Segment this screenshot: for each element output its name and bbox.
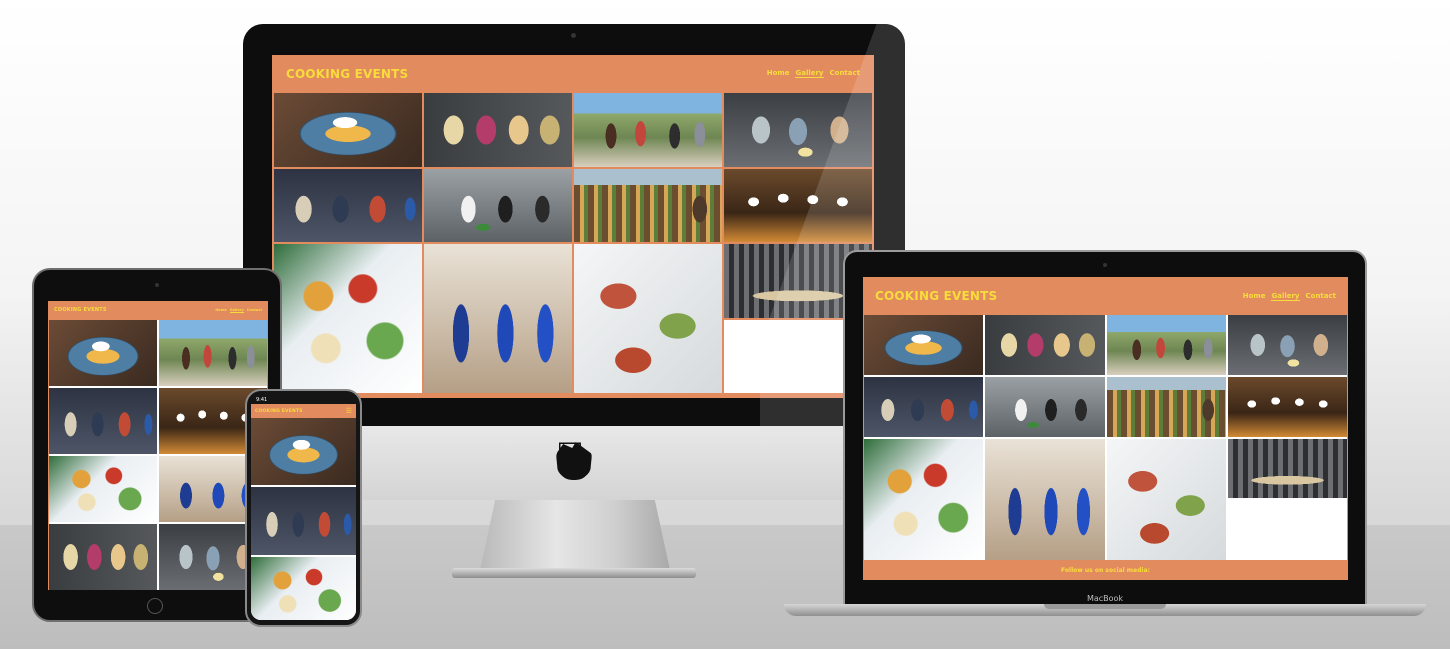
site-header: COOKING EVENTS Home Gallery Contact: [863, 277, 1348, 315]
gallery-blank-space: [1227, 500, 1347, 560]
gallery-image-platters[interactable]: [1106, 438, 1226, 560]
gallery-image-cooking-class[interactable]: [49, 388, 157, 454]
gallery-image-outdoor-group[interactable]: [159, 320, 267, 386]
gallery-image-ceviche[interactable]: [251, 418, 356, 486]
gallery-image-long-table[interactable]: [574, 168, 722, 242]
gallery-image-aprons-class[interactable]: [424, 244, 572, 393]
ipad-home-button[interactable]: [147, 598, 163, 614]
nav-home[interactable]: Home: [767, 69, 790, 78]
nav-home[interactable]: Home: [215, 308, 226, 313]
brand-logo[interactable]: COOKING EVENTS: [286, 67, 408, 81]
macbook-label: MacBook: [1086, 594, 1124, 603]
gallery-grid: [274, 93, 872, 393]
gallery-image-ceviche[interactable]: [274, 93, 422, 167]
gallery-image-kitchen-team[interactable]: [424, 168, 572, 242]
gallery-image-event-hall[interactable]: [1227, 438, 1347, 499]
site-header: COOKING EVENTS Home Gallery Contact: [272, 55, 874, 92]
gallery-image-outdoor-group[interactable]: [574, 93, 722, 167]
gallery-image-ceviche[interactable]: [864, 315, 984, 375]
gallery-image-tacos[interactable]: [49, 524, 157, 590]
brand-logo[interactable]: COOKING EVENTS: [54, 307, 107, 313]
macbook-camera: [1103, 263, 1107, 267]
status-time: 9:41: [256, 397, 268, 403]
nav-contact[interactable]: Contact: [247, 308, 262, 313]
gallery-grid: [49, 320, 267, 590]
gallery-image-tacos[interactable]: [424, 93, 572, 167]
imac-stand-base: [452, 568, 696, 578]
site-footer[interactable]: Follow us on social media:: [863, 562, 1348, 580]
gallery-image-long-table[interactable]: [1106, 376, 1226, 437]
brand-logo[interactable]: COOKING EVENTS: [875, 289, 997, 303]
gallery-image-cooking-class[interactable]: [251, 487, 356, 555]
gallery-grid: [864, 315, 1347, 560]
gallery-image-cooking-class[interactable]: [274, 168, 422, 242]
macbook-website: COOKING EVENTS Home Gallery Contact Foll…: [863, 277, 1348, 580]
gallery-grid: [251, 418, 356, 620]
main-nav: Home Gallery Contact: [767, 69, 860, 78]
gallery-image-aprons-class[interactable]: [985, 438, 1105, 560]
imac-stand: [480, 500, 670, 570]
gallery-image-bowls[interactable]: [251, 556, 356, 620]
main-nav: Home Gallery Contact: [1243, 292, 1336, 301]
nav-gallery[interactable]: Gallery: [1271, 292, 1300, 301]
iphone-website: COOKING EVENTS ☰: [251, 404, 356, 620]
gallery-image-bowls[interactable]: [49, 456, 157, 522]
ipad-camera: [155, 283, 159, 287]
gallery-image-ceviche[interactable]: [49, 320, 157, 386]
nav-home[interactable]: Home: [1243, 292, 1266, 301]
site-header: COOKING EVENTS Home Gallery Contact: [48, 301, 268, 319]
gallery-image-chefs-dinner[interactable]: [724, 168, 872, 242]
gallery-image-kids-cooking[interactable]: [1227, 315, 1347, 375]
gallery-image-outdoor-group[interactable]: [1106, 315, 1226, 375]
nav-contact[interactable]: Contact: [830, 69, 861, 78]
macbook-notch: [1044, 604, 1166, 609]
gallery-image-cooking-class[interactable]: [864, 376, 984, 437]
iphone-notch: [283, 395, 325, 402]
gallery-image-bowls[interactable]: [274, 244, 422, 393]
nav-gallery[interactable]: Gallery: [795, 69, 824, 78]
gallery-image-tacos[interactable]: [985, 315, 1105, 375]
brand-logo[interactable]: COOKING EVENTS: [255, 409, 303, 414]
gallery-image-chefs-dinner[interactable]: [1227, 376, 1347, 437]
nav-contact[interactable]: Contact: [1306, 292, 1337, 301]
main-nav: Home Gallery Contact: [215, 308, 262, 313]
hamburger-menu-icon[interactable]: ☰: [346, 408, 352, 415]
gallery-image-bowls[interactable]: [864, 438, 984, 560]
imac-camera: [571, 33, 576, 38]
ipad-website: COOKING EVENTS Home Gallery Contact: [48, 301, 268, 590]
nav-gallery[interactable]: Gallery: [229, 308, 244, 313]
site-header: COOKING EVENTS ☰: [251, 404, 356, 418]
gallery-image-kitchen-team[interactable]: [985, 376, 1105, 437]
gallery-image-platters[interactable]: [574, 244, 722, 393]
gallery-image-kids-cooking[interactable]: [724, 93, 872, 167]
imac-website: COOKING EVENTS Home Gallery Contact: [272, 55, 874, 398]
